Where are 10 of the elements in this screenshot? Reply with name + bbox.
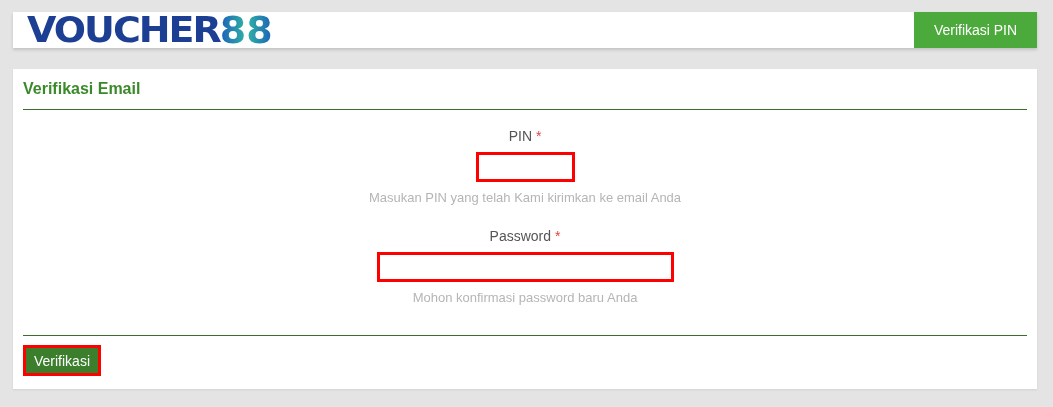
help-text: Masukan PIN yang telah Kami kirimkan ke email Anda <box>368 190 682 205</box>
verify-button[interactable]: Verifikasi <box>23 345 102 376</box>
field-label: Password * <box>489 228 561 244</box>
password-field[interactable] <box>376 252 674 282</box>
logo-text: VOUCHER <box>27 11 220 49</box>
card-title: Verifikasi Email <box>23 69 1027 110</box>
help-text: Mohon konfirmasi password baru Anda <box>412 290 638 305</box>
pin-field[interactable] <box>475 152 575 182</box>
verify-pin-button[interactable]: Verifikasi PIN <box>914 12 1037 48</box>
field-label: PIN * <box>508 128 542 144</box>
